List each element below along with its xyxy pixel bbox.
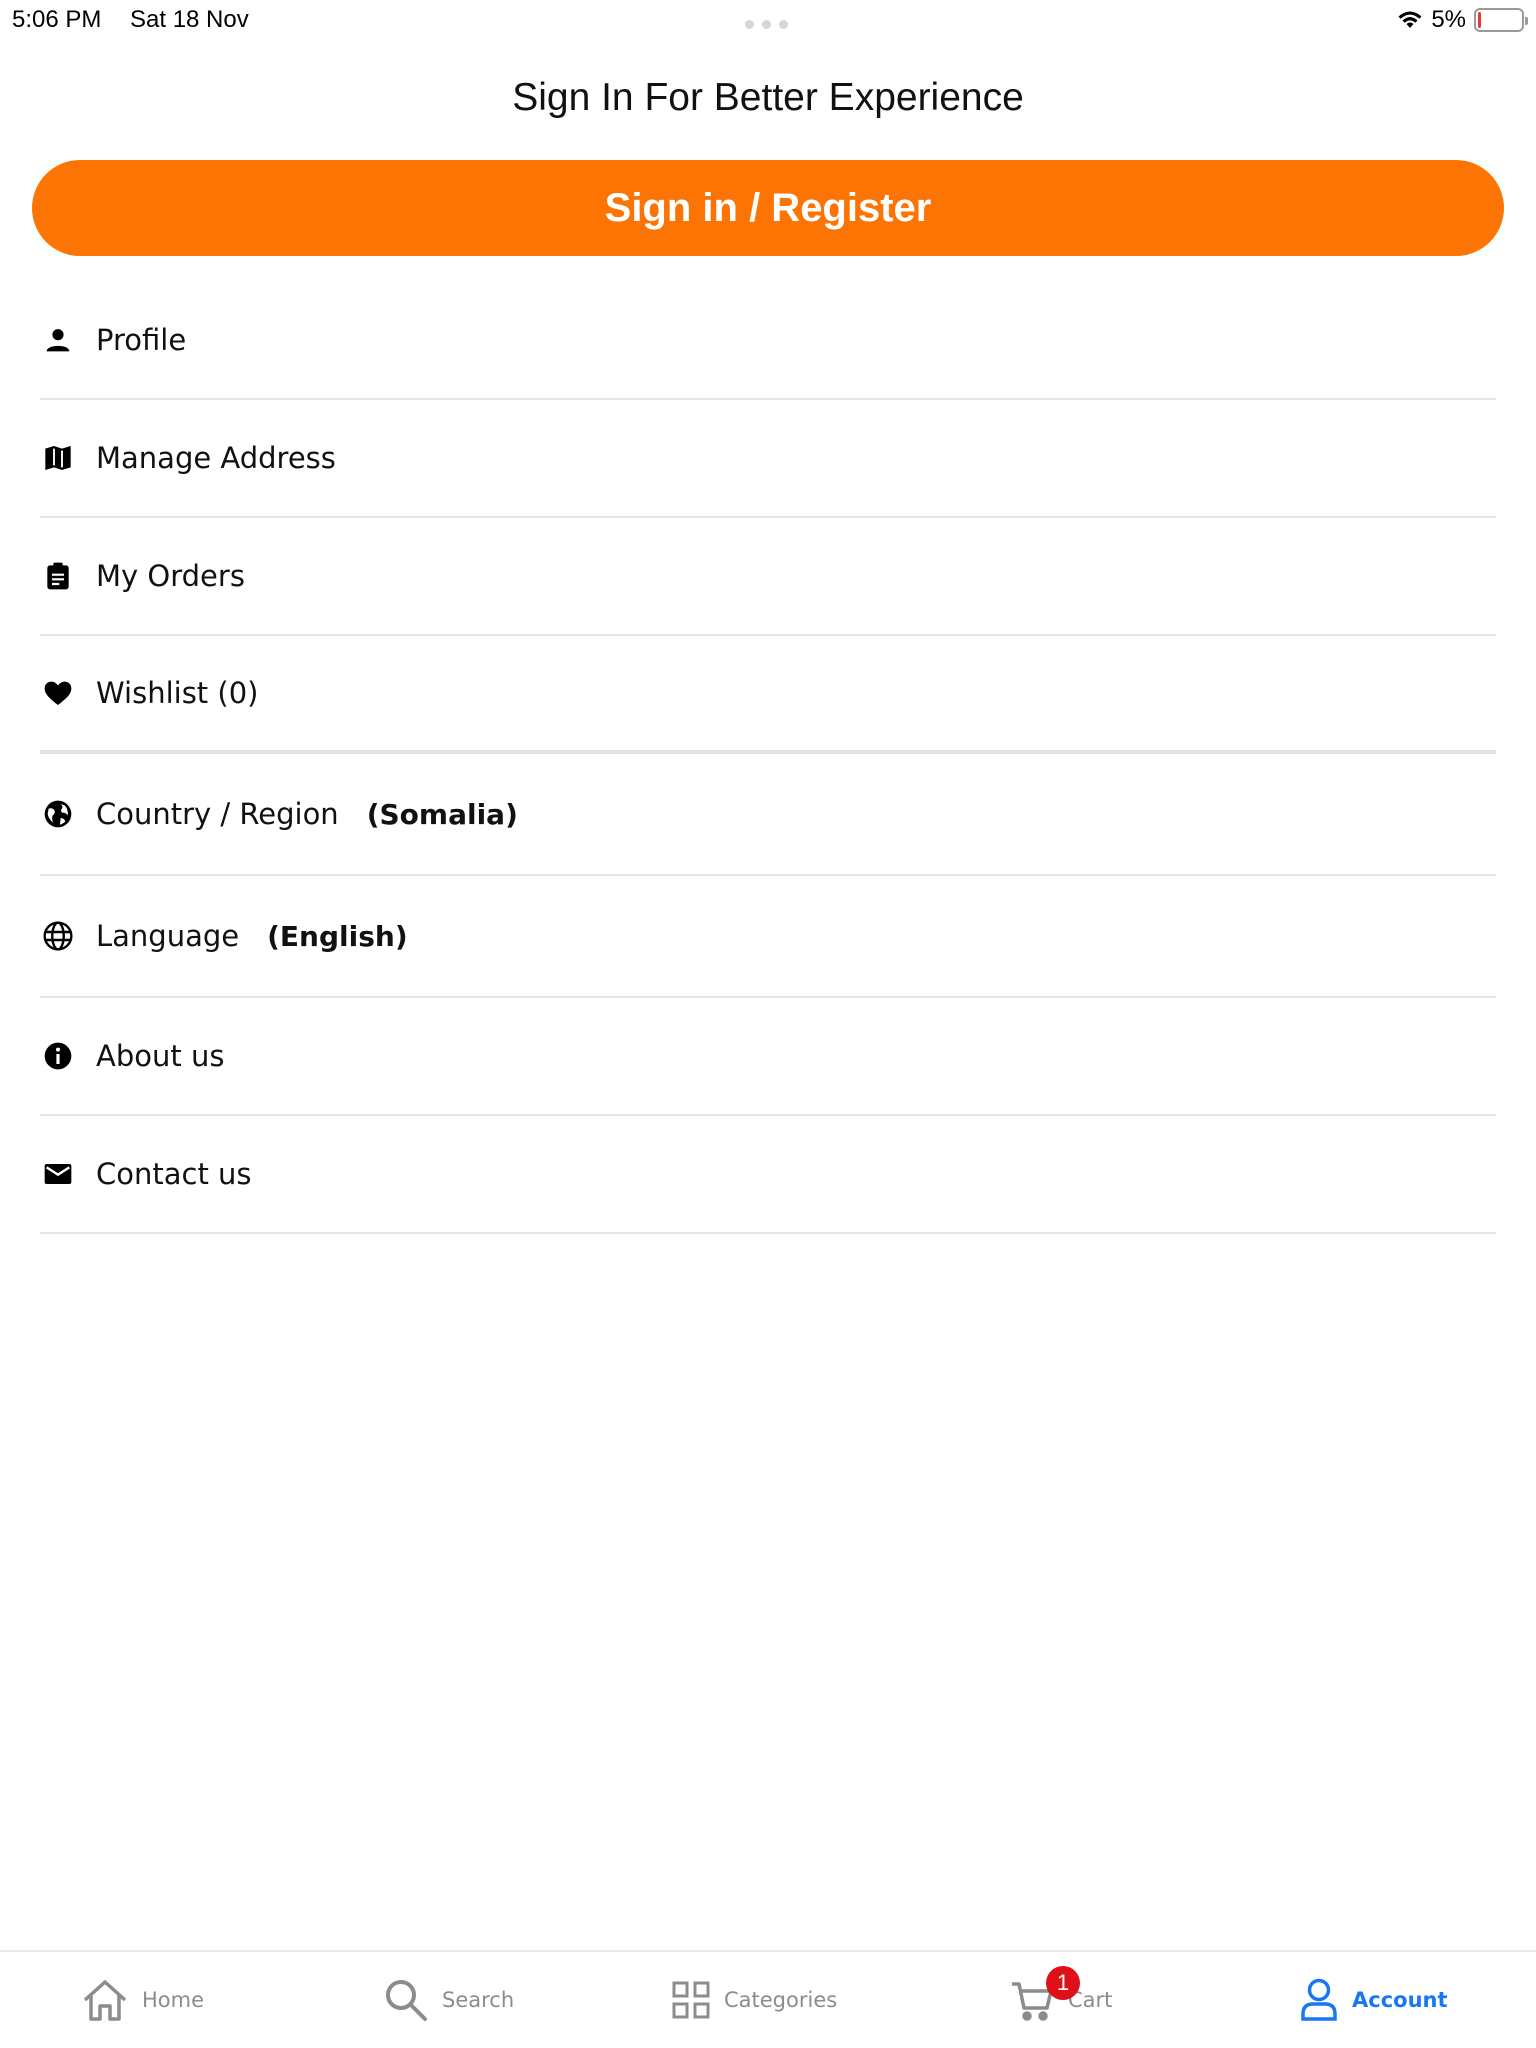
- menu-item-manage-address[interactable]: Manage Address: [40, 400, 1496, 518]
- menu-item-country-region[interactable]: Country / Region (Somalia): [40, 754, 1496, 876]
- language-value: (English): [267, 919, 408, 953]
- tab-label: Home: [142, 1988, 205, 2012]
- map-icon: [40, 440, 76, 476]
- person-icon: [40, 322, 76, 358]
- tab-home[interactable]: Home: [82, 1952, 204, 2048]
- tab-label: Search: [442, 1988, 515, 2012]
- cart-badge: 1: [1046, 1966, 1080, 2000]
- multitasking-dots-icon[interactable]: [745, 20, 788, 29]
- user-icon: [1300, 1978, 1338, 2022]
- menu-item-label: About us: [96, 1039, 225, 1073]
- tab-label: Categories: [724, 1988, 838, 2012]
- menu-item-contact-us[interactable]: Contact us: [40, 1116, 1496, 1234]
- sign-in-register-button[interactable]: Sign in / Register: [32, 160, 1504, 256]
- tab-account[interactable]: Account: [1300, 1952, 1448, 2048]
- menu-item-profile[interactable]: Profile: [40, 282, 1496, 400]
- clipboard-icon: [40, 558, 76, 594]
- envelope-icon: [40, 1156, 76, 1192]
- battery-icon: [1474, 8, 1528, 32]
- account-screen: 5:06 PM Sat 18 Nov 5% Sign In For Better…: [0, 0, 1536, 2048]
- country-value: (Somalia): [366, 797, 518, 831]
- menu-item-label: Contact us: [96, 1157, 252, 1191]
- tab-categories[interactable]: Categories: [672, 1952, 837, 2048]
- battery-percent: 5%: [1431, 6, 1466, 33]
- status-time: 5:06 PM: [12, 6, 102, 33]
- tab-cart[interactable]: 1 Cart: [1010, 1952, 1112, 2048]
- menu-item-label: Language: [96, 919, 240, 953]
- menu-item-label: My Orders: [96, 559, 245, 593]
- heart-icon: [40, 675, 76, 711]
- grid-icon: [672, 1981, 710, 2019]
- menu-item-label: Profile: [96, 323, 187, 357]
- status-date: Sat 18 Nov: [130, 6, 249, 33]
- menu-item-language[interactable]: Language (English): [40, 876, 1496, 998]
- wifi-icon: [1398, 11, 1422, 28]
- menu-item-my-orders[interactable]: My Orders: [40, 518, 1496, 636]
- earth-icon: [40, 796, 76, 832]
- menu-item-about-us[interactable]: About us: [40, 998, 1496, 1116]
- tab-search[interactable]: Search: [384, 1952, 514, 2048]
- globe-icon: [40, 918, 76, 954]
- menu-item-wishlist[interactable]: Wishlist (0): [40, 636, 1496, 754]
- status-bar: 5:06 PM Sat 18 Nov 5%: [0, 0, 1536, 42]
- tab-label: Account: [1352, 1988, 1448, 2012]
- search-icon: [384, 1978, 428, 2022]
- account-menu: Profile Manage Address My Orders Wishlis…: [40, 282, 1496, 1234]
- menu-item-label: Wishlist (0): [96, 676, 259, 710]
- menu-item-label: Country / Region: [96, 797, 339, 831]
- menu-item-label: Manage Address: [96, 441, 336, 475]
- info-icon: [40, 1038, 76, 1074]
- page-title: Sign In For Better Experience: [512, 76, 1024, 119]
- bottom-tab-bar: Home Search Categories 1 Cart Account: [0, 1950, 1536, 2048]
- home-icon: [82, 1978, 128, 2022]
- status-indicators: 5%: [1397, 6, 1528, 34]
